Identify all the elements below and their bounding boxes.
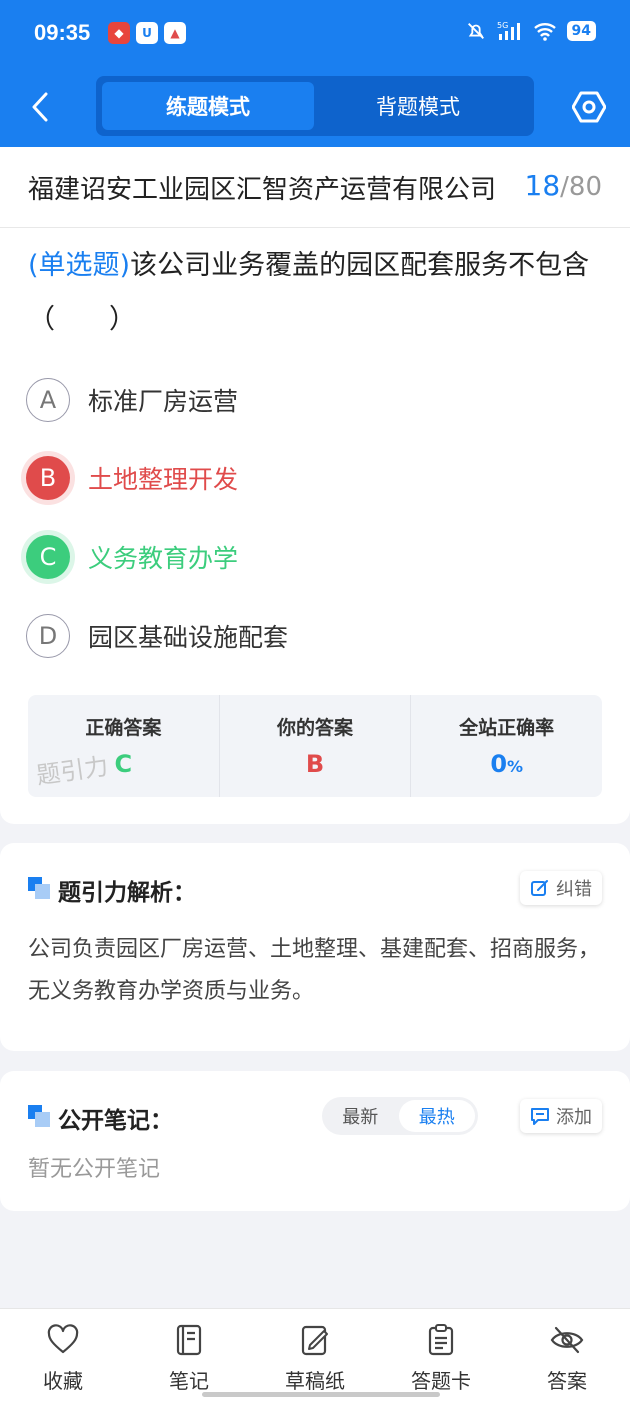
question-counter: 18/80 xyxy=(524,169,603,202)
option-text: 园区基础设施配套 xyxy=(88,623,289,652)
signal-icon: 5G xyxy=(497,21,520,40)
tab-label: 答题卡 xyxy=(411,1369,471,1393)
option-text: 义务教育办学 xyxy=(88,544,239,573)
notification-icons: ◆ U ▲ xyxy=(108,22,186,44)
option-d[interactable]: D 园区基础设施配套 xyxy=(26,611,288,661)
section-squares-icon xyxy=(28,1105,50,1127)
nav-bar: 练题模式 背题模式 xyxy=(0,68,630,147)
report-error-label: 纠错 xyxy=(556,879,592,900)
your-answer-label: 你的答案 xyxy=(277,717,354,739)
tab-memorize-mode[interactable]: 背题模式 xyxy=(312,82,524,130)
add-note-button[interactable]: 添加 xyxy=(520,1099,602,1133)
home-indicator[interactable] xyxy=(202,1392,440,1397)
tab-answer-sheet[interactable]: 答题卡 xyxy=(378,1309,504,1401)
app-notification-icon: ▲ xyxy=(164,22,186,44)
accuracy-rate-stat: 全站正确率 0% xyxy=(410,695,602,797)
accuracy-rate-number: 0 xyxy=(490,750,508,778)
analysis-text: 公司负责园区厂房运营、土地整理、基建配套、招商服务，无义务教育办学资质与业务。 xyxy=(28,937,601,1004)
accuracy-rate-label: 全站正确率 xyxy=(459,717,555,739)
clipboard-icon xyxy=(428,1324,454,1356)
system-icons: 5G 94 xyxy=(465,20,596,42)
question-text: (单选题)该公司业务覆盖的园区配套服务不包含（ ） xyxy=(28,239,606,347)
tab-scratch-paper[interactable]: 草稿纸 xyxy=(252,1309,378,1401)
tab-label: 答案 xyxy=(547,1369,587,1393)
notebook-icon xyxy=(176,1324,202,1356)
battery-level: 94 xyxy=(566,21,596,41)
eye-off-icon xyxy=(550,1326,584,1354)
option-a[interactable]: A 标准厂房运营 xyxy=(26,375,238,425)
option-letter: C xyxy=(26,535,70,579)
answer-stats: 正确答案 C 题引力 你的答案 B 全站正确率 0% xyxy=(28,695,602,797)
option-b[interactable]: B 土地整理开发 xyxy=(26,453,238,503)
report-error-button[interactable]: 纠错 xyxy=(520,871,602,905)
correct-answer-stat: 正确答案 C 题引力 xyxy=(28,695,219,797)
correct-answer-label: 正确答案 xyxy=(85,717,162,739)
question-card: 福建诏安工业园区汇智资产运营有限公司 18/80 (单选题)该公司业务覆盖的园区… xyxy=(0,147,630,824)
tab-label: 笔记 xyxy=(169,1369,209,1393)
option-text: 标准厂房运营 xyxy=(88,387,239,416)
tab-practice-mode[interactable]: 练题模式 xyxy=(102,82,314,130)
question-type: (单选题) xyxy=(28,250,131,281)
tab-favorite[interactable]: 收藏 xyxy=(0,1309,126,1401)
bottom-toolbar: 收藏 笔记 草稿纸 答题卡 答案 xyxy=(0,1308,630,1401)
back-arrow-icon[interactable] xyxy=(26,90,56,124)
network-label: 5G xyxy=(497,21,508,30)
wifi-icon xyxy=(533,23,556,41)
status-bar: 09:35 ◆ U ▲ 5G 94 xyxy=(0,0,630,68)
sort-hot-tab[interactable]: 最热 xyxy=(398,1100,475,1132)
option-letter: A xyxy=(26,378,70,422)
sort-latest-tab[interactable]: 最新 xyxy=(322,1100,399,1132)
public-notes-card: 公开笔记： 最新 最热 添加 暂无公开笔记 xyxy=(0,1071,630,1211)
total-question-count: 80 xyxy=(568,172,602,202)
mode-switch: 练题模式 背题模式 xyxy=(96,76,534,136)
question-set-title: 福建诏安工业园区汇智资产运营有限公司 xyxy=(28,175,497,205)
tab-show-answer[interactable]: 答案 xyxy=(504,1309,630,1401)
your-answer-stat: 你的答案 B xyxy=(218,695,411,797)
public-notes-title: 公开笔记： xyxy=(58,1108,173,1134)
tab-label: 草稿纸 xyxy=(285,1369,345,1393)
tab-notes[interactable]: 笔记 xyxy=(126,1309,252,1401)
accuracy-rate-value: 0% xyxy=(411,750,602,778)
tab-label: 收藏 xyxy=(43,1369,83,1393)
your-answer-value: B xyxy=(305,750,325,778)
current-question-number: 18 xyxy=(524,169,561,202)
option-text: 土地整理开发 xyxy=(88,465,239,494)
section-squares-icon xyxy=(28,877,50,899)
draft-paper-icon xyxy=(301,1325,328,1356)
option-c[interactable]: C 义务教育办学 xyxy=(26,532,238,582)
accuracy-rate-unit: % xyxy=(507,757,524,776)
option-letter: B xyxy=(26,456,70,500)
notes-sort-switch: 最新 最热 xyxy=(322,1097,478,1135)
question-title-row: 福建诏安工业园区汇智资产运营有限公司 18/80 xyxy=(0,147,630,228)
settings-hexagon-icon[interactable] xyxy=(572,90,606,124)
heart-icon xyxy=(47,1324,79,1354)
analysis-title: 题引力解析： xyxy=(58,880,196,906)
mute-bell-icon xyxy=(467,23,484,39)
status-time: 09:35 xyxy=(34,20,91,45)
comment-icon xyxy=(531,1108,549,1125)
app-notification-icon: ◆ xyxy=(108,22,130,44)
analysis-card: 题引力解析： 纠错 公司负责园区厂房运营、土地整理、基建配套、招商服务，无义务教… xyxy=(0,843,630,1051)
edit-icon xyxy=(531,880,548,896)
app-notification-icon: U xyxy=(136,22,158,44)
add-note-label: 添加 xyxy=(556,1107,592,1128)
option-letter: D xyxy=(26,614,70,658)
empty-notes-text: 暂无公开笔记 xyxy=(28,1157,161,1182)
